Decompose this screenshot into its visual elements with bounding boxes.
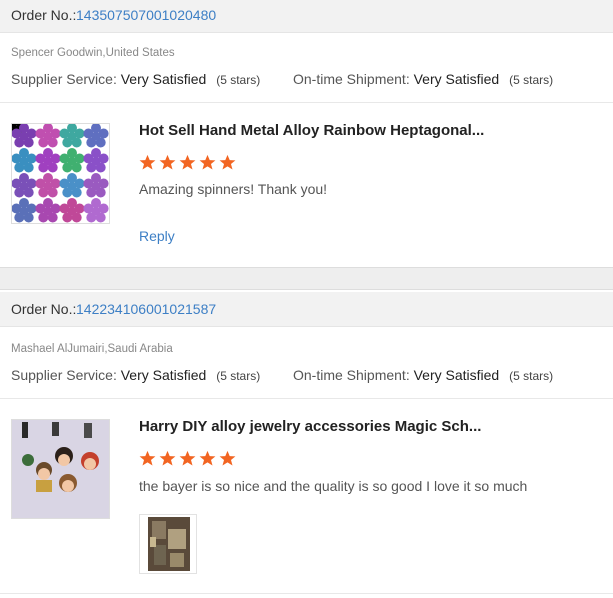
supplier-service-label: Supplier Service: <box>11 367 117 383</box>
supplier-service-value: Very Satisfied <box>120 367 207 383</box>
order-number-label: Order No.: <box>11 7 77 23</box>
star-icon <box>179 154 196 170</box>
star-icon <box>219 154 236 170</box>
order-number-label: Order No.: <box>11 301 77 317</box>
shipment-stars: (5 stars) <box>509 73 554 87</box>
order-card: Order No.: 142234106001021587 Mashael Al… <box>0 290 613 598</box>
shipment-rating: On-time Shipment: Very Satisfied (5 star… <box>293 367 553 383</box>
order-separator <box>0 267 613 290</box>
review-photo[interactable] <box>139 514 197 574</box>
product-thumbnail[interactable] <box>11 419 110 519</box>
star-icon <box>139 154 156 170</box>
order-header: Order No.: 143507507001020480 <box>0 0 613 33</box>
review-photo-image <box>148 517 190 571</box>
product-thumbnail[interactable] <box>11 123 110 224</box>
supplier-service-rating: Supplier Service: Very Satisfied (5 star… <box>11 71 260 87</box>
shipment-value: Very Satisfied <box>413 71 500 87</box>
star-icon <box>219 450 236 466</box>
supplier-service-value: Very Satisfied <box>120 71 207 87</box>
star-icon <box>159 154 176 170</box>
buyer-name: Spencer Goodwin,United States <box>11 47 175 59</box>
spinner-image <box>12 124 109 223</box>
divider <box>0 398 613 399</box>
divider <box>0 593 613 594</box>
star-icon <box>139 450 156 466</box>
product-title-link[interactable]: Hot Sell Hand Metal Alloy Rainbow Heptag… <box>139 122 484 139</box>
review-comment: Amazing spinners! Thank you! <box>139 181 328 197</box>
rating-stars <box>139 154 236 172</box>
star-icon <box>159 450 176 466</box>
buyer-name: Mashael AlJumairi,Saudi Arabia <box>11 343 173 355</box>
shipment-rating: On-time Shipment: Very Satisfied (5 star… <box>293 71 553 87</box>
supplier-service-stars: (5 stars) <box>216 369 261 383</box>
order-header: Order No.: 142234106001021587 <box>0 292 613 327</box>
shipment-label: On-time Shipment: <box>293 367 410 383</box>
supplier-service-label: Supplier Service: <box>11 71 117 87</box>
product-title-link[interactable]: Harry DIY alloy jewelry accessories Magi… <box>139 418 481 435</box>
order-number-link[interactable]: 142234106001021587 <box>76 292 216 326</box>
supplier-service-rating: Supplier Service: Very Satisfied (5 star… <box>11 367 260 383</box>
star-icon <box>199 154 216 170</box>
reply-link[interactable]: Reply <box>139 228 175 244</box>
charms-image <box>12 420 109 518</box>
divider <box>0 102 613 103</box>
shipment-stars: (5 stars) <box>509 369 554 383</box>
star-icon <box>179 450 196 466</box>
shipment-value: Very Satisfied <box>413 367 500 383</box>
order-number-link[interactable]: 143507507001020480 <box>76 0 216 32</box>
review-comment: the bayer is so nice and the quality is … <box>139 478 528 494</box>
rating-stars <box>139 450 236 468</box>
order-card: Order No.: 143507507001020480 Spencer Go… <box>0 0 613 268</box>
shipment-label: On-time Shipment: <box>293 71 410 87</box>
supplier-service-stars: (5 stars) <box>216 73 261 87</box>
star-icon <box>199 450 216 466</box>
